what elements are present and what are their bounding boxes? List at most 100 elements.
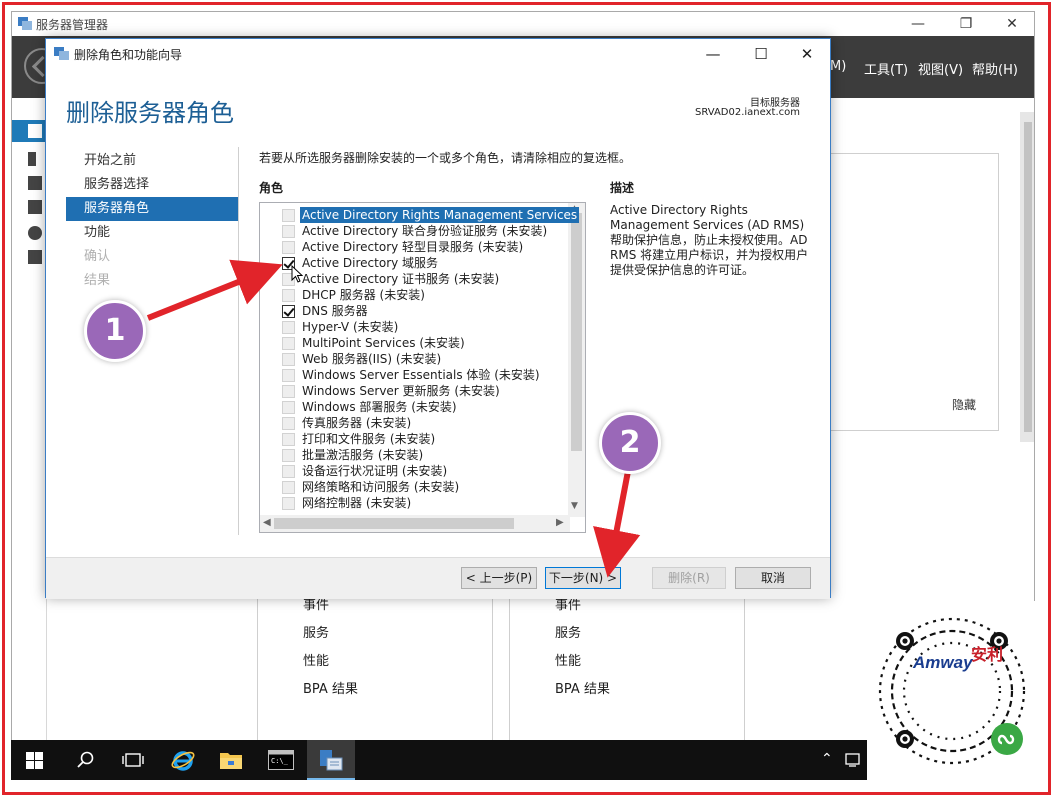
role-checkbox[interactable]: [282, 497, 295, 510]
role-label: Windows Server Essentials 体验 (未安装): [302, 368, 540, 382]
dns-icon[interactable]: [28, 226, 42, 240]
role-label: Active Directory 证书服务 (未安装): [302, 272, 500, 286]
role-checkbox[interactable]: [282, 305, 295, 318]
role-row[interactable]: Hyper-V (未安装): [260, 319, 570, 335]
roles-vertical-scrollbar-thumb[interactable]: [571, 213, 582, 451]
menu-manage[interactable]: M): [830, 59, 846, 74]
role-checkbox[interactable]: [282, 433, 295, 446]
role-label: Active Directory 联合身份验证服务 (未安装): [302, 224, 548, 238]
folder-icon: [220, 753, 242, 769]
local-server-icon[interactable]: [28, 152, 36, 166]
qr-brand-logo-en: Amway: [913, 653, 973, 672]
remove-roles-wizard: 删除角色和功能向导 — ☐ ✕ 删除服务器角色 目标服务器 SRVAD02.ia…: [45, 38, 831, 599]
server-manager-taskbar-icon: [320, 750, 343, 771]
role-checkbox[interactable]: [282, 449, 295, 462]
taskbar-server-manager[interactable]: [307, 740, 355, 780]
role-row[interactable]: Web 服务器(IIS) (未安装): [260, 351, 570, 367]
wizard-maximize-icon[interactable]: ☐: [738, 43, 784, 65]
role-checkbox[interactable]: [282, 289, 295, 302]
wizard-close-icon[interactable]: ✕: [784, 43, 830, 65]
taskbar-cmd[interactable]: C:\_: [257, 740, 305, 780]
role-checkbox[interactable]: [282, 241, 295, 254]
restore-icon[interactable]: ❐: [946, 14, 986, 34]
network-icon[interactable]: [845, 752, 863, 768]
role-checkbox[interactable]: [282, 225, 295, 238]
role-row[interactable]: Active Directory 证书服务 (未安装): [260, 271, 570, 287]
role-row[interactable]: Active Directory 轻型目录服务 (未安装): [260, 239, 570, 255]
menu-view[interactable]: 视图(V): [918, 59, 963, 78]
role-row[interactable]: 批量激活服务 (未安装): [260, 447, 570, 463]
roles-vertical-scrollbar[interactable]: ▲ ▼: [568, 203, 585, 517]
next-button[interactable]: 下一步(N) >: [545, 567, 621, 589]
step-server-roles[interactable]: 服务器角色: [66, 197, 238, 221]
role-checkbox[interactable]: [282, 401, 295, 414]
tile-right-bpa[interactable]: BPA 结果: [555, 678, 610, 697]
wizard-titlebar: 删除角色和功能向导 — ☐ ✕: [46, 39, 830, 69]
role-row[interactable]: Windows Server Essentials 体验 (未安装): [260, 367, 570, 383]
role-row[interactable]: Windows 部署服务 (未安装): [260, 399, 570, 415]
step-server-selection[interactable]: 服务器选择: [66, 173, 238, 197]
hide-link[interactable]: 隐藏: [952, 396, 976, 413]
role-checkbox[interactable]: [282, 337, 295, 350]
role-checkbox[interactable]: [282, 481, 295, 494]
role-row[interactable]: Active Directory 联合身份验证服务 (未安装): [260, 223, 570, 239]
role-row[interactable]: Active Directory Rights Management Servi…: [260, 207, 580, 223]
tile-right-services[interactable]: 服务: [555, 622, 581, 641]
role-row[interactable]: DHCP 服务器 (未安装): [260, 287, 570, 303]
main-scrollbar[interactable]: [1020, 112, 1034, 442]
role-checkbox[interactable]: [282, 321, 295, 334]
role-row[interactable]: MultiPoint Services (未安装): [260, 335, 570, 351]
roles-list[interactable]: ▲ ▼ ◀ ▶ Active Directory Rights Manageme…: [259, 202, 586, 533]
role-checkbox[interactable]: [282, 369, 295, 382]
close-icon[interactable]: ✕: [992, 14, 1032, 34]
remove-button: 删除(R): [652, 567, 726, 589]
role-checkbox[interactable]: [282, 417, 295, 430]
step-features[interactable]: 功能: [66, 221, 238, 245]
menu-tools[interactable]: 工具(T): [864, 59, 908, 78]
role-label: 网络控制器 (未安装): [302, 496, 412, 510]
search-button[interactable]: [61, 740, 109, 780]
all-servers-icon[interactable]: [28, 176, 42, 190]
role-row[interactable]: 打印和文件服务 (未安装): [260, 431, 570, 447]
minimize-icon[interactable]: —: [898, 14, 938, 34]
tile-left-services[interactable]: 服务: [303, 622, 329, 641]
previous-button[interactable]: < 上一步(P): [461, 567, 537, 589]
tile-left-performance[interactable]: 性能: [303, 650, 329, 669]
roles-horizontal-scrollbar-thumb[interactable]: [274, 518, 514, 529]
role-label: Web 服务器(IIS) (未安装): [302, 352, 442, 366]
taskbar-file-explorer[interactable]: [207, 740, 255, 780]
roles-horizontal-scrollbar[interactable]: ◀ ▶: [260, 515, 570, 532]
role-label: 设备运行状况证明 (未安装): [302, 464, 448, 478]
scroll-left-icon[interactable]: ◀: [263, 517, 271, 528]
taskbar-ie[interactable]: [159, 740, 207, 780]
role-row[interactable]: 设备运行状况证明 (未安装): [260, 463, 570, 479]
main-scrollbar-thumb[interactable]: [1024, 122, 1032, 432]
tray-chevron-icon[interactable]: ⌃: [821, 751, 833, 767]
role-row[interactable]: 网络控制器 (未安装): [260, 495, 570, 511]
step-before-you-begin[interactable]: 开始之前: [66, 149, 238, 173]
task-view-button[interactable]: [109, 740, 157, 780]
tile-left-bpa[interactable]: BPA 结果: [303, 678, 358, 697]
cancel-button[interactable]: 取消: [735, 567, 811, 589]
ad-ds-icon[interactable]: [28, 200, 42, 214]
role-row[interactable]: 传真服务器 (未安装): [260, 415, 570, 431]
role-row[interactable]: 网络策略和访问服务 (未安装): [260, 479, 570, 495]
role-label: Active Directory 轻型目录服务 (未安装): [302, 240, 524, 254]
start-button[interactable]: [11, 740, 59, 780]
wizard-minimize-icon[interactable]: —: [690, 43, 736, 65]
role-row[interactable]: Windows Server 更新服务 (未安装): [260, 383, 570, 399]
role-label: MultiPoint Services (未安装): [302, 336, 465, 350]
step-badge-2: 2: [599, 412, 661, 474]
scroll-right-icon[interactable]: ▶: [556, 517, 564, 528]
tile-right-performance[interactable]: 性能: [555, 650, 581, 669]
role-row[interactable]: DNS 服务器: [260, 303, 570, 319]
role-row[interactable]: Active Directory 域服务: [260, 255, 570, 271]
role-checkbox[interactable]: [282, 465, 295, 478]
role-label: 网络策略和访问服务 (未安装): [302, 480, 460, 494]
menu-help[interactable]: 帮助(H): [972, 59, 1018, 78]
role-checkbox[interactable]: [282, 385, 295, 398]
role-checkbox[interactable]: [282, 209, 295, 222]
file-storage-icon[interactable]: [28, 250, 42, 264]
scroll-down-icon[interactable]: ▼: [571, 501, 578, 511]
role-checkbox[interactable]: [282, 353, 295, 366]
